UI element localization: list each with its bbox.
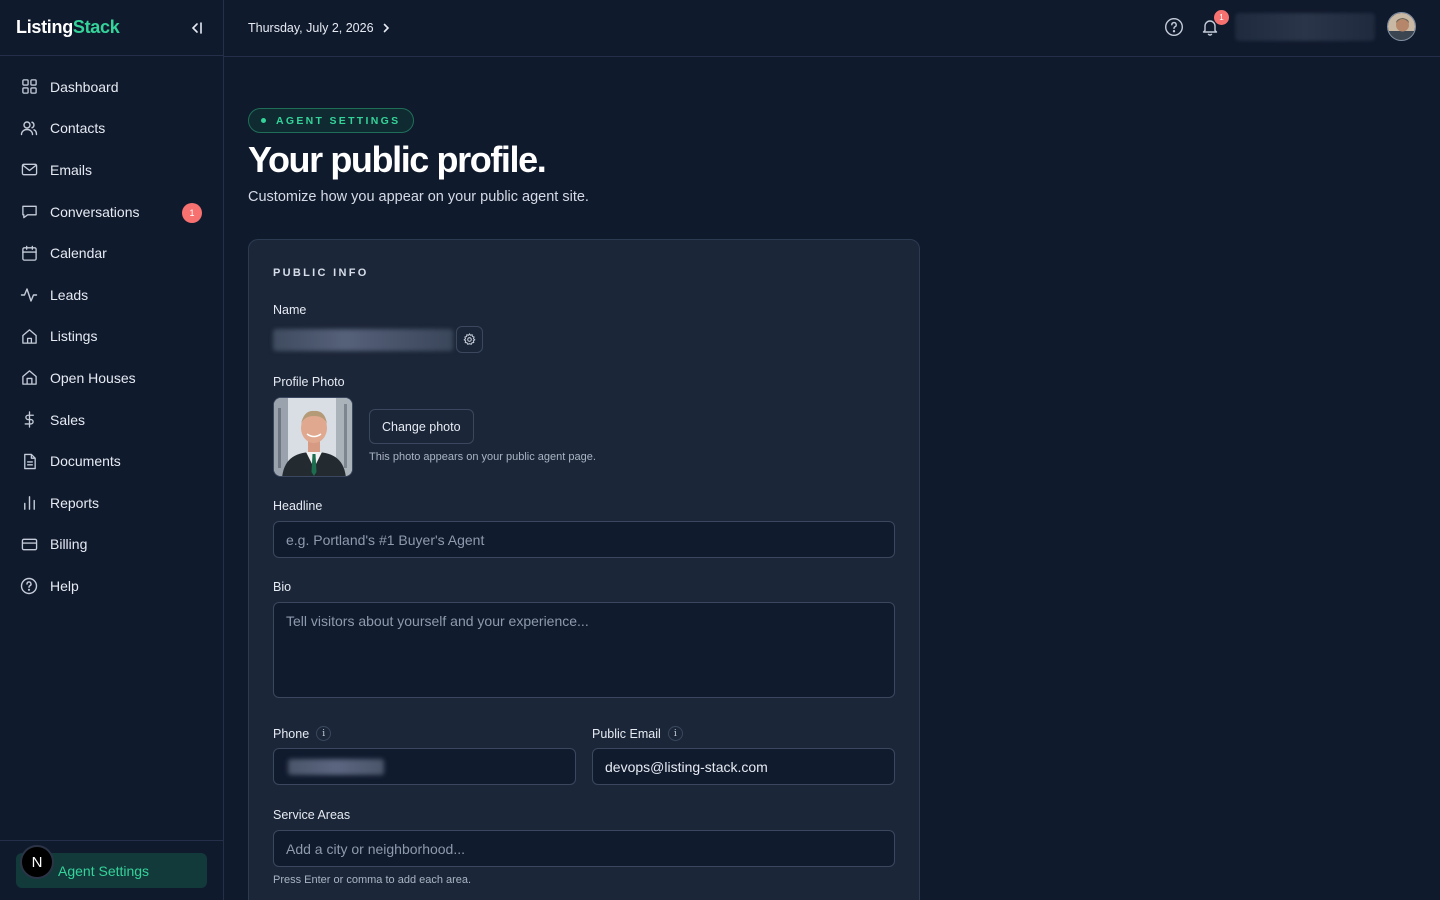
sidebar-item-listings[interactable]: Listings [0,316,223,358]
topbar: Thursday, July 2, 2026 1 [224,0,1440,57]
logo-part-2: Stack [72,17,120,37]
sidebar-nav: Dashboard Contacts Emails Conversations … [0,56,223,607]
main-content: AGENT SETTINGS Your public profile. Cust… [248,57,1440,900]
chevron-right-icon [380,22,392,34]
section-eyebrow-pill: AGENT SETTINGS [248,108,415,133]
bar-chart-icon [20,494,38,512]
page-title: Your public profile. [248,139,547,180]
date-selector[interactable]: Thursday, July 2, 2026 [248,21,392,35]
public-email-input[interactable]: devops@listing-stack.com [592,748,895,785]
mail-icon [20,161,38,179]
sidebar-item-label: Conversations [50,203,140,220]
sidebar-item-reports[interactable]: Reports [0,482,223,524]
name-value-redacted [273,329,453,351]
name-label: Name [273,303,307,317]
service-areas-label: Service Areas [273,808,351,822]
notification-badge: 1 [1214,9,1229,25]
bio-textarea[interactable]: Tell visitors about yourself and your ex… [273,602,895,698]
calendar-icon [20,244,38,262]
chat-icon [20,203,38,221]
collapse-sidebar-icon[interactable] [187,18,207,38]
email-info-icon[interactable]: i [667,726,683,741]
change-photo-button[interactable]: Change photo [369,409,474,444]
profile-photo-label: Profile Photo [273,375,345,389]
dollar-icon [20,411,38,429]
page-subtitle: Customize how you appear on your public … [248,189,589,205]
sidebar-item-label: Leads [50,286,89,303]
sidebar-item-label: Contacts [50,120,106,137]
sidebar-item-label: Calendar [50,245,107,262]
sidebar-item-calendar[interactable]: Calendar [0,232,223,274]
sidebar-item-contacts[interactable]: Contacts [0,108,223,150]
public-email-label: Public Email i [592,726,683,741]
sidebar-item-label: Billing [50,536,88,553]
sidebar-item-emails[interactable]: Emails [0,149,223,191]
public-info-card: PUBLIC INFO Name Profile Photo Change ph… [248,239,920,900]
help-icon[interactable] [1163,16,1185,38]
section-title: PUBLIC INFO [273,267,369,279]
app-logo[interactable]: ListingStack [16,17,120,38]
user-name-redacted[interactable] [1235,12,1375,41]
profile-photo [273,397,353,477]
gear-icon [463,333,476,345]
bio-label: Bio [273,580,292,594]
current-date: Thursday, July 2, 2026 [248,21,374,35]
status-dot [261,118,266,123]
sidebar-item-label: Reports [50,494,100,511]
phone-value-redacted [288,758,384,775]
headline-input[interactable]: e.g. Portland's #1 Buyer's Agent [273,521,895,558]
email-label-text: Public Email [592,726,661,741]
eyebrow-label: AGENT SETTINGS [276,114,401,127]
credit-card-icon [20,535,38,553]
sidebar-item-leads[interactable]: Leads [0,274,223,316]
user-avatar[interactable] [1387,12,1416,41]
sidebar-item-label: Help [50,577,79,594]
sidebar-item-label: Dashboard [50,78,119,95]
document-icon [20,452,38,470]
sidebar-item-label: Emails [50,161,93,178]
help-circle-icon [20,577,38,595]
unread-badge: 1 [182,202,202,223]
bell-icon[interactable]: 1 [1199,9,1229,38]
sidebar-item-open-houses[interactable]: Open Houses [0,357,223,399]
sidebar-item-label: Open Houses [50,369,136,386]
topbar-actions: 1 [1163,9,1416,41]
users-icon [20,119,38,137]
home-icon [20,327,38,345]
service-areas-input[interactable]: Add a city or neighborhood... [273,830,895,867]
sidebar-item-label: Agent Settings [58,862,150,879]
sidebar: ListingStack Dashboard Contacts Emails C… [0,0,224,900]
sidebar-item-sales[interactable]: Sales [0,399,223,441]
sidebar-item-label: Listings [50,328,98,345]
sidebar-header: ListingStack [0,0,223,56]
sidebar-footer: Agent Settings N [0,840,223,900]
phone-label: Phone i [273,726,332,741]
sidebar-item-documents[interactable]: Documents [0,440,223,482]
phone-info-icon[interactable]: i [316,726,332,741]
workspace-avatar[interactable]: N [20,845,54,879]
house-door-icon [20,369,38,387]
sidebar-item-billing[interactable]: Billing [0,524,223,566]
photo-note: This photo appears on your public agent … [369,451,596,463]
sidebar-item-conversations[interactable]: Conversations 1 [0,191,223,233]
service-areas-hint: Press Enter or comma to add each area. [273,874,472,886]
sidebar-item-label: Documents [50,453,121,470]
sidebar-item-dashboard[interactable]: Dashboard [0,66,223,108]
sidebar-item-help[interactable]: Help [0,565,223,607]
activity-icon [20,286,38,304]
sidebar-item-label: Sales [50,411,86,428]
logo-part-1: Listing [16,17,73,37]
phone-input[interactable] [273,748,576,785]
grid-icon [20,78,38,96]
name-settings-button[interactable] [456,326,483,353]
headline-label: Headline [273,499,323,513]
phone-label-text: Phone [273,726,310,741]
